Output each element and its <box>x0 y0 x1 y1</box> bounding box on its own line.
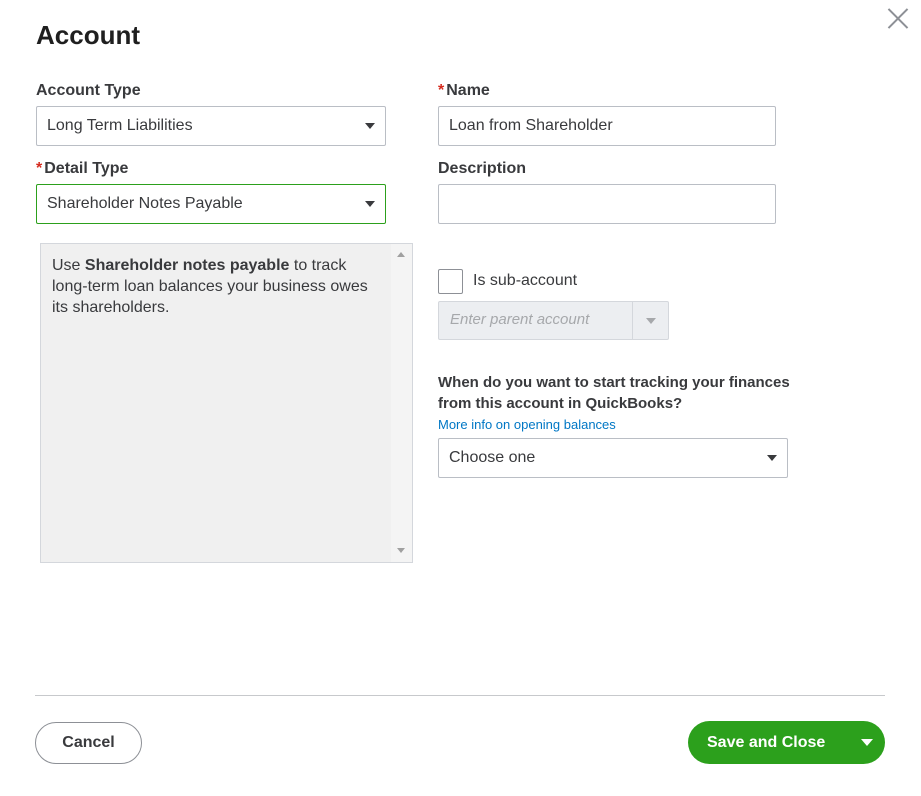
help-bold-term: Shareholder notes payable <box>84 257 290 274</box>
name-input[interactable]: Loan from Shareholder <box>438 106 776 146</box>
parent-account-placeholder: Enter parent account <box>450 311 590 328</box>
chevron-down-icon <box>365 201 375 207</box>
name-label-text: Name <box>446 82 490 99</box>
account-type-label: Account Type <box>36 82 141 99</box>
chevron-down-icon <box>646 318 656 324</box>
account-type-value: Long Term Liabilities <box>47 117 193 134</box>
scroll-down-icon[interactable] <box>397 548 405 553</box>
cancel-button[interactable]: Cancel <box>35 722 142 764</box>
scroll-up-icon[interactable] <box>397 252 405 257</box>
parent-account-divider <box>632 302 633 339</box>
save-and-close-button[interactable]: Save and Close <box>688 721 885 764</box>
sub-account-label: Is sub-account <box>473 272 578 289</box>
required-marker: * <box>438 82 445 99</box>
detail-type-select[interactable]: Shareholder Notes Payable <box>36 184 386 224</box>
detail-type-value: Shareholder Notes Payable <box>47 195 243 212</box>
dialog-title: Account <box>36 20 140 50</box>
required-marker: * <box>36 160 43 177</box>
close-icon[interactable] <box>884 4 912 32</box>
chevron-down-icon <box>365 123 375 129</box>
opening-balance-question: When do you want to start tracking your … <box>438 374 790 412</box>
help-prefix: Use <box>52 257 85 274</box>
footer-divider <box>35 695 885 696</box>
account-type-select[interactable]: Long Term Liabilities <box>36 106 386 146</box>
chevron-down-icon[interactable] <box>861 739 873 746</box>
detail-type-label-text: Detail Type <box>44 160 129 177</box>
name-value: Loan from Shareholder <box>449 117 613 134</box>
opening-balance-info-link[interactable]: More info on opening balances <box>438 417 616 432</box>
description-input[interactable] <box>438 184 776 224</box>
detail-type-help-text: Use Shareholder notes payable to track l… <box>52 255 382 318</box>
sub-account-checkbox[interactable] <box>438 269 463 294</box>
name-label: * Name <box>438 82 490 100</box>
detail-type-label: * Detail Type <box>36 160 128 178</box>
opening-balance-value: Choose one <box>449 449 536 466</box>
save-and-close-label: Save and Close <box>707 733 826 751</box>
opening-balance-select[interactable]: Choose one <box>438 438 788 478</box>
description-label: Description <box>438 160 527 177</box>
help-scrollbar[interactable] <box>391 244 412 562</box>
chevron-down-icon <box>767 455 777 461</box>
